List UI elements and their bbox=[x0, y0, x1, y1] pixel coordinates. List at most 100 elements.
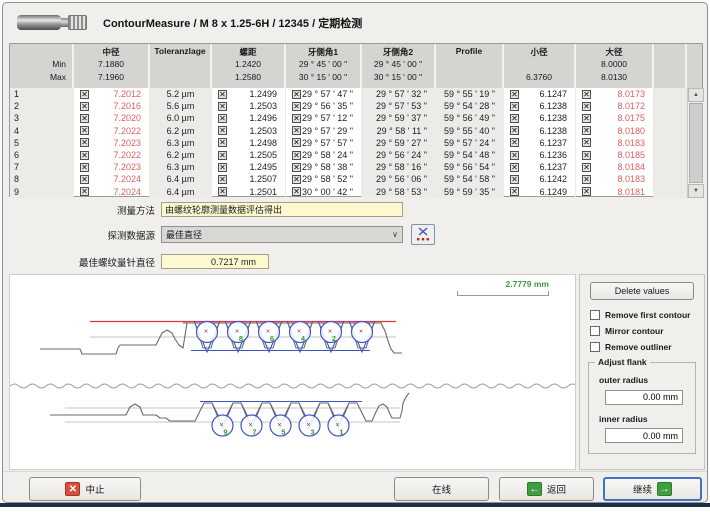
table-row[interactable]: 1✕7.20125.2 µm✕1.2499✕29 ° 57 ' 47 "29 °… bbox=[10, 88, 687, 100]
checkbox-checked-icon[interactable]: ✕ bbox=[510, 187, 519, 196]
remove-first-contour-option[interactable]: Remove first contour bbox=[590, 310, 696, 320]
upper-wires: ××8×6×4×2× bbox=[197, 322, 373, 344]
table-row[interactable]: 3✕7.20206.0 µm✕1.2496✕29 ° 57 ' 12 "29 °… bbox=[10, 112, 687, 124]
checkbox-checked-icon[interactable]: ✕ bbox=[80, 163, 89, 172]
checkbox-checked-icon[interactable]: ✕ bbox=[80, 126, 89, 135]
checkbox-checked-icon[interactable]: ✕ bbox=[510, 90, 519, 99]
table-cell: ✕6.1242 bbox=[504, 173, 576, 185]
scroll-up-icon[interactable]: ▲ bbox=[688, 88, 704, 102]
checkbox-checked-icon[interactable]: ✕ bbox=[510, 126, 519, 135]
checkbox-checked-icon[interactable]: ✕ bbox=[80, 90, 89, 99]
table-row[interactable]: 4✕7.20226.2 µm✕1.2503✕29 ° 57 ' 29 "29 °… bbox=[10, 125, 687, 137]
checkbox-checked-icon[interactable]: ✕ bbox=[218, 163, 227, 172]
checkbox-checked-icon[interactable]: ✕ bbox=[218, 138, 227, 147]
table-row[interactable]: 7✕7.20236.3 µm✕1.2495✕29 ° 58 ' 38 "29 °… bbox=[10, 161, 687, 173]
checkbox-checked-icon[interactable]: ✕ bbox=[218, 90, 227, 99]
contour-graph[interactable]: ××8×6×4×2× ×9×7×5×3×1 2.7779 mm bbox=[9, 274, 576, 470]
delete-values-button[interactable]: Delete values bbox=[590, 282, 694, 300]
checkbox-checked-icon[interactable]: ✕ bbox=[582, 175, 591, 184]
checkbox-checked-icon[interactable]: ✕ bbox=[292, 102, 301, 111]
mirror-contour-option[interactable]: Mirror contour bbox=[590, 326, 696, 336]
checkbox-checked-icon[interactable]: ✕ bbox=[80, 151, 89, 160]
table-row[interactable]: 2✕7.20165.6 µm✕1.2503✕29 ° 56 ' 35 "29 °… bbox=[10, 100, 687, 112]
checkbox-checked-icon[interactable]: ✕ bbox=[292, 114, 301, 123]
dimension-label: 2.7779 mm bbox=[457, 279, 549, 289]
checkbox-checked-icon[interactable]: ✕ bbox=[582, 114, 591, 123]
checkbox-checked-icon[interactable]: ✕ bbox=[218, 187, 227, 196]
back-button[interactable]: ← 返回 bbox=[499, 477, 594, 501]
table-row[interactable]: 9✕7.20246.4 µm✕1.2501✕30 ° 00 ' 42 "29 °… bbox=[10, 186, 687, 198]
scroll-down-icon[interactable]: ▼ bbox=[688, 184, 704, 198]
source-dropdown[interactable]: 最佳直径 ∨ bbox=[161, 226, 403, 243]
cell-value: 29 ° 57 ' 29 " bbox=[301, 126, 361, 136]
checkbox-checked-icon[interactable]: ✕ bbox=[510, 138, 519, 147]
checkbox-checked-icon[interactable]: ✕ bbox=[218, 102, 227, 111]
checkbox-checked-icon[interactable]: ✕ bbox=[80, 114, 89, 123]
inner-radius-input[interactable] bbox=[605, 428, 683, 443]
checkbox-unchecked-icon[interactable] bbox=[590, 310, 600, 320]
checkbox-checked-icon[interactable]: ✕ bbox=[292, 163, 301, 172]
measure-points-button[interactable] bbox=[411, 224, 435, 245]
remove-outliner-option[interactable]: Remove outliner bbox=[590, 342, 696, 352]
checkbox-checked-icon[interactable]: ✕ bbox=[510, 163, 519, 172]
cell-value: 8.0173 bbox=[591, 89, 653, 99]
table-cell: ✕1.2501 bbox=[212, 186, 286, 198]
checkbox-checked-icon[interactable]: ✕ bbox=[218, 126, 227, 135]
table-cell: ✕1.2496 bbox=[212, 112, 286, 124]
checkbox-checked-icon[interactable]: ✕ bbox=[582, 151, 591, 160]
outer-radius-input[interactable] bbox=[605, 390, 683, 405]
checkbox-checked-icon[interactable]: ✕ bbox=[80, 102, 89, 111]
checkbox-checked-icon[interactable]: ✕ bbox=[292, 175, 301, 184]
checkbox-checked-icon[interactable]: ✕ bbox=[218, 175, 227, 184]
checkbox-checked-icon[interactable]: ✕ bbox=[510, 102, 519, 111]
checkbox-checked-icon[interactable]: ✕ bbox=[292, 151, 301, 160]
method-input[interactable] bbox=[161, 202, 403, 217]
remove-first-contour-label: Remove first contour bbox=[605, 310, 691, 320]
checkbox-checked-icon[interactable]: ✕ bbox=[582, 163, 591, 172]
checkbox-checked-icon[interactable]: ✕ bbox=[510, 114, 519, 123]
online-button[interactable]: 在线 bbox=[394, 477, 489, 501]
table-cell: ✕29 ° 57 ' 12 " bbox=[286, 112, 362, 124]
checkbox-checked-icon[interactable]: ✕ bbox=[292, 90, 301, 99]
table-cell: 29 ° 59 ' 27 " bbox=[362, 137, 436, 149]
cell-value: 8.0181 bbox=[591, 187, 653, 197]
cell-value: 6.1237 bbox=[519, 138, 575, 148]
table-cell: ✕7.2024 bbox=[74, 186, 150, 198]
table-cell bbox=[654, 186, 687, 198]
table-cell: ✕6.1247 bbox=[504, 88, 576, 100]
checkbox-checked-icon[interactable]: ✕ bbox=[510, 175, 519, 184]
checkbox-checked-icon[interactable]: ✕ bbox=[292, 138, 301, 147]
checkbox-unchecked-icon[interactable] bbox=[590, 342, 600, 352]
checkbox-checked-icon[interactable]: ✕ bbox=[582, 102, 591, 111]
table-row[interactable]: 6✕7.20226.2 µm✕1.2505✕29 ° 58 ' 24 "29 °… bbox=[10, 149, 687, 161]
cell-value: 7.2022 bbox=[89, 150, 149, 160]
table-scrollbar[interactable]: ▲ ▼ bbox=[687, 88, 704, 198]
checkbox-checked-icon[interactable]: ✕ bbox=[218, 151, 227, 160]
cell-value: 6.1247 bbox=[519, 89, 575, 99]
wire-diameter-input[interactable] bbox=[161, 254, 269, 269]
checkbox-checked-icon[interactable]: ✕ bbox=[582, 187, 591, 196]
scroll-thumb[interactable] bbox=[689, 103, 703, 183]
abort-button[interactable]: ✕ 中止 bbox=[29, 477, 141, 501]
checkbox-checked-icon[interactable]: ✕ bbox=[582, 126, 591, 135]
cell-value: 1.2501 bbox=[227, 187, 285, 197]
checkbox-checked-icon[interactable]: ✕ bbox=[510, 151, 519, 160]
checkbox-checked-icon[interactable]: ✕ bbox=[292, 187, 301, 196]
table-cell: ✕29 ° 58 ' 52 " bbox=[286, 173, 362, 185]
checkbox-checked-icon[interactable]: ✕ bbox=[582, 90, 591, 99]
checkbox-checked-icon[interactable]: ✕ bbox=[582, 138, 591, 147]
checkbox-unchecked-icon[interactable] bbox=[590, 326, 600, 336]
checkbox-checked-icon[interactable]: ✕ bbox=[80, 187, 89, 196]
options-panel: Delete values Remove first contour Mirro… bbox=[579, 274, 705, 470]
next-button[interactable]: 继续 → bbox=[603, 477, 702, 501]
cell-value: 6.1238 bbox=[519, 113, 575, 123]
table-cell: 29 ° 58 ' 53 " bbox=[362, 186, 436, 198]
checkbox-checked-icon[interactable]: ✕ bbox=[80, 138, 89, 147]
cell-value: 5.6 µm bbox=[150, 101, 211, 111]
checkbox-checked-icon[interactable]: ✕ bbox=[80, 175, 89, 184]
table-row[interactable]: 5✕7.20236.3 µm✕1.2498✕29 ° 57 ' 57 "29 °… bbox=[10, 137, 687, 149]
checkbox-checked-icon[interactable]: ✕ bbox=[218, 114, 227, 123]
table-row[interactable]: 8✕7.20246.4 µm✕1.2507✕29 ° 58 ' 52 "29 °… bbox=[10, 173, 687, 185]
table-cell: 5.6 µm bbox=[150, 100, 212, 112]
checkbox-checked-icon[interactable]: ✕ bbox=[292, 126, 301, 135]
